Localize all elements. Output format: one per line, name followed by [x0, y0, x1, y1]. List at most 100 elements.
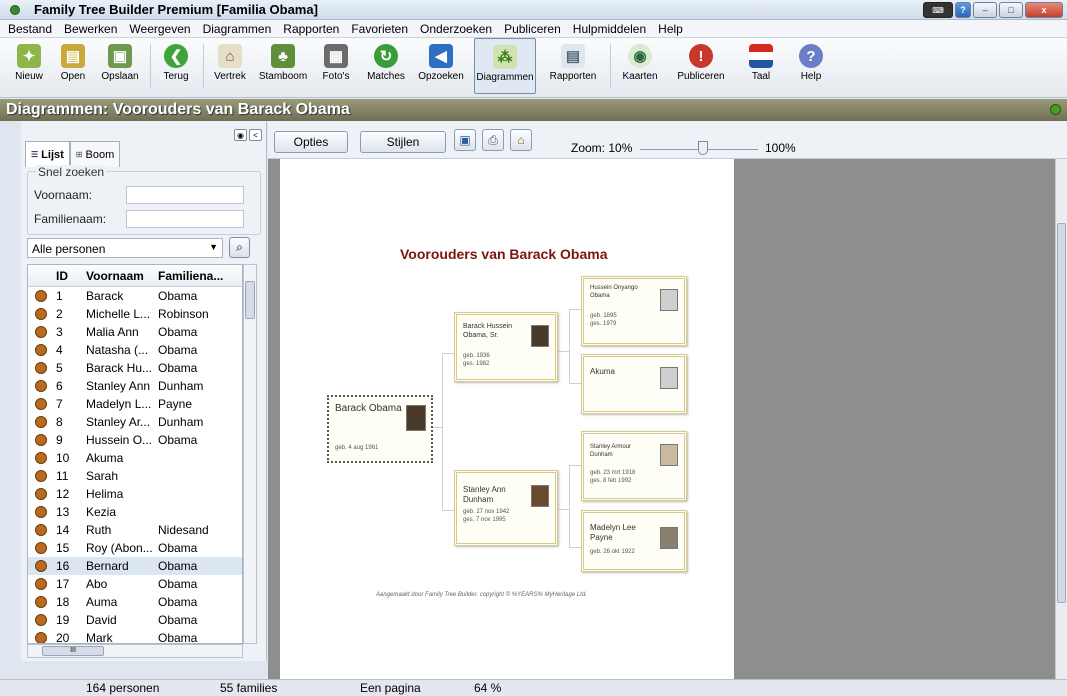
help-button[interactable]: ? Help [791, 38, 831, 94]
home-icon: ⌂ [517, 133, 525, 147]
nieuw-button[interactable]: ✦ Nieuw [12, 38, 46, 94]
matches-label: Matches [367, 71, 405, 82]
person-photo [531, 325, 549, 347]
save-chart-button[interactable]: ▣ [454, 129, 476, 151]
rapporten-button[interactable]: ▤ Rapporten [546, 38, 600, 94]
table-row[interactable]: 18 Auma Obama [28, 593, 242, 611]
table-row[interactable]: 6 Stanley Ann Dunham [28, 377, 242, 395]
person-photo [660, 444, 678, 466]
icon-column-header[interactable] [28, 265, 54, 286]
menu-diagrammen[interactable]: Diagrammen [197, 22, 278, 36]
tab-lijst[interactable]: ☰ Lijst [25, 141, 70, 167]
scrollbar-thumb[interactable] [245, 281, 255, 319]
table-row[interactable]: 7 Madelyn L... Payne [28, 395, 242, 413]
person-icon-cell [28, 362, 54, 374]
table-row[interactable]: 15 Roy (Abon... Obama [28, 539, 242, 557]
menu-help[interactable]: Help [652, 22, 689, 36]
status-families: 55 families [220, 681, 278, 695]
table-row[interactable]: 11 Sarah [28, 467, 242, 485]
minimize-button[interactable]: – [973, 2, 997, 18]
table-row[interactable]: 13 Kezia [28, 503, 242, 521]
table-row[interactable]: 3 Malia Ann Obama [28, 323, 242, 341]
taal-button[interactable]: Taal [741, 38, 781, 94]
help-icon[interactable]: ? [955, 2, 971, 18]
table-horizontal-scrollbar[interactable]: III [27, 644, 243, 658]
vertrek-button[interactable]: ⌂ Vertrek [212, 38, 248, 94]
scrollbar-thumb[interactable]: III [42, 646, 104, 656]
close-button[interactable]: x [1025, 2, 1063, 18]
first-name-input[interactable] [126, 186, 244, 204]
person-icon-cell [28, 560, 54, 572]
person-card-madelyn-lee-payne[interactable]: Madelyn Lee Payne geb. 26 okt 1922 [581, 510, 687, 572]
menu-bestand[interactable]: Bestand [2, 22, 58, 36]
column-header-last-name[interactable]: Familiena... [156, 265, 236, 286]
tab-boom[interactable]: ⊞ Boom [69, 141, 121, 167]
maximize-button[interactable]: □ [999, 2, 1023, 18]
chart-canvas[interactable]: Voorouders van Barack Obama Barack Obama… [268, 159, 1055, 679]
opslaan-button[interactable]: ▣ Opslaan [100, 38, 140, 94]
table-row[interactable]: 20 Mark Obama [28, 629, 242, 643]
opties-button[interactable]: Opties [274, 131, 348, 153]
person-card-stanley-armour-dunham[interactable]: Stanley Armour Dunham geb. 23 mrt 1918 g… [581, 431, 687, 501]
canvas-vertical-scrollbar[interactable] [1055, 159, 1067, 679]
stamboom-button[interactable]: ♣ Stamboom [258, 38, 308, 94]
table-row[interactable]: 14 Ruth Nidesand [28, 521, 242, 539]
table-row[interactable]: 8 Stanley Ar... Dunham [28, 413, 242, 431]
cell-id: 17 [56, 577, 70, 591]
menu-publiceren[interactable]: Publiceren [498, 22, 567, 36]
table-row[interactable]: 1 Barack Obama [28, 287, 242, 305]
person-icon [35, 614, 47, 626]
last-name-input[interactable] [126, 210, 244, 228]
scrollbar-thumb[interactable] [1057, 223, 1066, 603]
keyboard-icon[interactable]: ⌨ [923, 2, 953, 18]
opzoeken-button[interactable]: ◀ Opzoeken [418, 38, 464, 94]
open-button[interactable]: ▤ Open [56, 38, 90, 94]
person-card-barack-hussein-obama-sr[interactable]: Barack Hussein Obama, Sr. geb. 1936 ges.… [454, 312, 558, 382]
column-header-id[interactable]: ID [54, 265, 84, 286]
terug-button[interactable]: ❮ Terug [159, 38, 193, 94]
menu-bewerken[interactable]: Bewerken [58, 22, 123, 36]
search-button[interactable]: ⌕ [229, 237, 250, 258]
matches-button[interactable]: ↻ Matches [364, 38, 408, 94]
stijlen-button[interactable]: Stijlen [360, 131, 446, 153]
person-card-barack-obama[interactable]: Barack Obama geb. 4 aug 1961 [327, 395, 433, 463]
person-card-akuma[interactable]: Akuma [581, 354, 687, 414]
connector-line [442, 510, 454, 511]
table-row[interactable]: 9 Hussein O... Obama [28, 431, 242, 449]
person-filter-select[interactable]: Alle personen ▼ [27, 238, 223, 258]
table-row[interactable]: 17 Abo Obama [28, 575, 242, 593]
publiceren-button[interactable]: ! Publiceren [671, 38, 731, 94]
cell-id: 15 [56, 541, 70, 555]
person-card-stanley-ann-dunham[interactable]: Stanley Ann Dunham geb. 27 nov 1942 ges.… [454, 470, 558, 546]
person-icon [35, 470, 47, 482]
table-row[interactable]: 5 Barack Hu... Obama [28, 359, 242, 377]
menu-hulpmiddelen[interactable]: Hulpmiddelen [567, 22, 652, 36]
fotos-button[interactable]: ▦ Foto's [318, 38, 354, 94]
zoom-slider-thumb[interactable] [698, 141, 708, 155]
table-row[interactable]: 12 Helima [28, 485, 242, 503]
person-birth: geb. 23 mrt 1918 [590, 470, 636, 476]
table-row[interactable]: 4 Natasha (... Obama [28, 341, 242, 359]
menu-onderzoeken[interactable]: Onderzoeken [414, 22, 498, 36]
table-vertical-scrollbar[interactable] [243, 264, 257, 644]
menu-favorieten[interactable]: Favorieten [345, 22, 414, 36]
print-button[interactable]: ⎙ [482, 129, 504, 151]
menu-rapporten[interactable]: Rapporten [277, 22, 345, 36]
family-tree-icon: ♣ [271, 44, 295, 68]
cell-first-name: Stanley Ar... [86, 415, 151, 429]
cell-first-name: Bernard [86, 559, 129, 573]
table-row[interactable]: 10 Akuma [28, 449, 242, 467]
table-row[interactable]: 16 Bernard Obama [28, 557, 242, 575]
pane-collapse-icon[interactable]: < [249, 129, 262, 141]
reports-icon: ▤ [561, 44, 585, 68]
table-row[interactable]: 2 Michelle L... Robinson [28, 305, 242, 323]
home-chart-button[interactable]: ⌂ [510, 129, 532, 151]
person-birth: geb. 1936 [463, 353, 490, 359]
kaarten-button[interactable]: ◉ Kaarten [619, 38, 661, 94]
person-card-hussein-onyango-obama[interactable]: Hussein Onyango Obama geb. 1895 ges. 197… [581, 276, 687, 346]
pane-pin-icon[interactable]: ◉ [234, 129, 247, 141]
table-row[interactable]: 19 David Obama [28, 611, 242, 629]
column-header-first-name[interactable]: Voornaam [84, 265, 156, 286]
diagrammen-button[interactable]: ⁂ Diagrammen [474, 38, 536, 94]
menu-weergeven[interactable]: Weergeven [123, 22, 196, 36]
